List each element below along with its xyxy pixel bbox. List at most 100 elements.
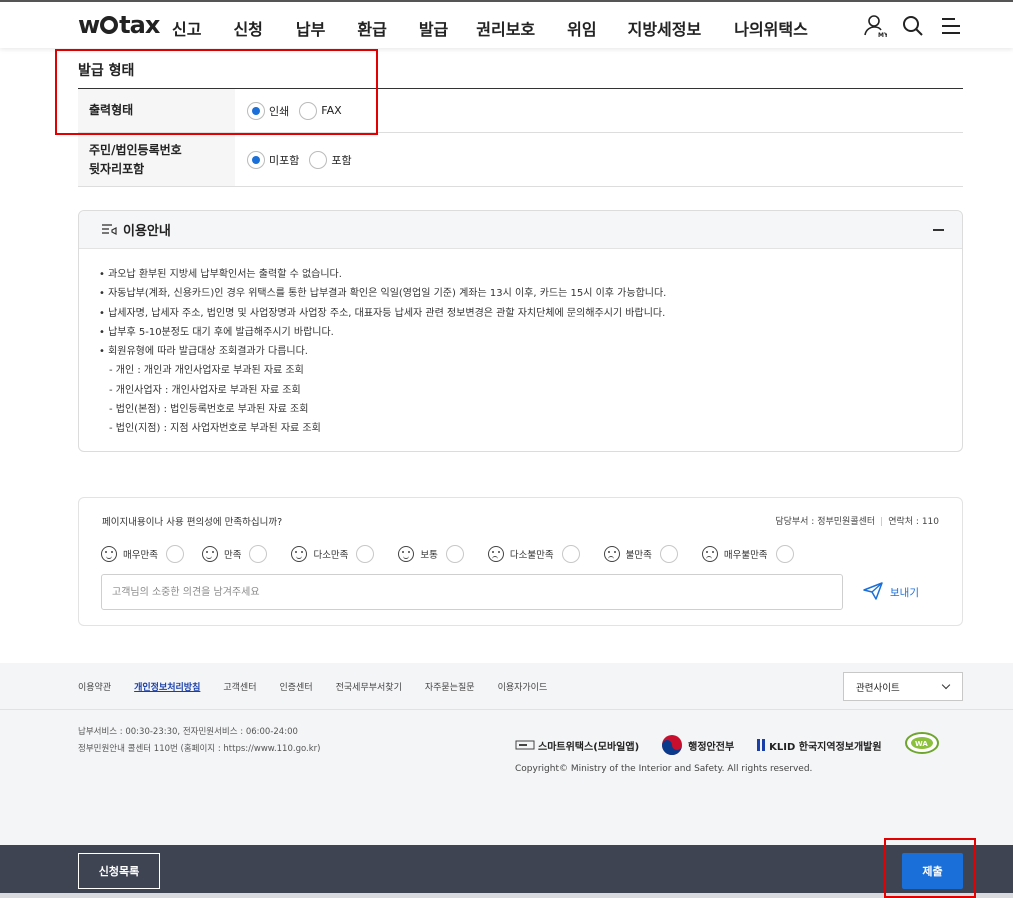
mois-logo[interactable]: 행정안전부 (661, 734, 734, 756)
nav-item-apply[interactable]: 신청 (233, 16, 262, 40)
rating-radio[interactable] (356, 545, 375, 563)
opinion-input[interactable] (101, 574, 843, 610)
rating-label: 매우만족 (123, 550, 158, 561)
rating-label: 만족 (223, 550, 242, 561)
footer-divider (0, 709, 1013, 710)
satisfaction-survey: 페이지내용이나 사용 편의성에 만족하십니까? 담당부서 : 정부민원콜센터 | 연… (78, 497, 963, 626)
neutral-face-icon (398, 546, 415, 562)
radio-include[interactable]: 포함 (309, 150, 352, 169)
rating-neutral[interactable]: 보통 (398, 545, 464, 563)
survey-question: 페이지내용이나 사용 편의성에 만족하십니까? (102, 517, 283, 528)
partner-name: 행정안전부 (688, 741, 735, 753)
resident-number-label-line2: 뒷자리포함 (89, 161, 145, 176)
footer-links: 이용약관 개인정보처리방침 고객센터 인증센터 전국세무부서찾기 자주묻는질문 … (78, 680, 570, 693)
survey-dept-info: 담당부서 : 정부민원콜센터 | 연락처 : 110 (775, 517, 939, 527)
nav-item-delegate[interactable]: 위임 (567, 16, 596, 40)
call-center-info: 정부민원안내 콜센터 110번 (홈페이지 : https://www.110.… (78, 744, 321, 754)
rating-radio[interactable] (775, 545, 794, 563)
copyright: Copyright© Ministry of the Interior and … (515, 764, 813, 774)
rating-radio[interactable] (561, 545, 580, 563)
site-footer: 이용약관 개인정보처리방침 고객센터 인증센터 전국세무부서찾기 자주묻는질문 … (0, 663, 1013, 845)
nav-item-rights[interactable]: 권리보호 (476, 16, 535, 40)
guide-sub-item: - 개인 : 개인과 개인사업자로 부과된 자료 조회 (109, 365, 304, 377)
guide-item: • 납부후 5-10분정도 대기 후에 발급해주시기 바랍니다. (99, 326, 334, 338)
highlight-box-submit (884, 838, 976, 898)
footer-link-privacy[interactable]: 개인정보처리방침 (134, 680, 200, 693)
header-icons: MY (863, 14, 963, 39)
service-hours: 납부서비스 : 00:30-23:30, 전자민원서비스 : 06:00-24:… (78, 727, 298, 737)
send-label: 보내기 (890, 587, 919, 599)
resident-number-options: 미포함 포함 (235, 133, 963, 186)
frown-face-icon (487, 546, 504, 562)
survey-contact: 연락처 : 110 (888, 517, 939, 527)
svg-text:MY: MY (878, 32, 887, 38)
rating-label: 다소불만족 (509, 550, 554, 561)
footer-link-faq[interactable]: 자주묻는질문 (425, 680, 475, 693)
svg-text:WA: WA (915, 740, 928, 748)
send-button[interactable]: 보내기 (863, 582, 919, 603)
klid-logo[interactable]: KLID 한국지역정보개발원 (756, 737, 882, 753)
rating-radio[interactable] (165, 545, 184, 563)
footer-link-user-guide[interactable]: 이용자가이드 (498, 680, 548, 693)
guide-sub-item: - 법인(본점) : 법인등록번호로 부과된 자료 조회 (109, 404, 309, 416)
rating-somewhat-dissatisfied[interactable]: 다소불만족 (487, 545, 580, 563)
footer-link-cert-center[interactable]: 인증센터 (280, 680, 313, 693)
nav-item-report[interactable]: 신고 (172, 16, 201, 40)
rating-radio[interactable] (445, 545, 464, 563)
paper-plane-icon (863, 582, 883, 603)
frown-face-icon (701, 546, 718, 562)
smile-face-icon (291, 546, 308, 562)
nav-item-payment[interactable]: 납부 (296, 16, 325, 40)
highlight-box-issue-type (55, 49, 378, 135)
collapse-icon[interactable] (933, 229, 944, 231)
main-nav: 신고 신청 납부 환급 발급 권리보호 위임 지방세정보 나의위택스 (172, 16, 808, 40)
rating-options: 매우만족 만족 다소만족 보통 다소불만족 불만족 매우불만족 (101, 545, 794, 563)
footer-link-terms[interactable]: 이용약관 (78, 680, 111, 693)
rating-dissatisfied[interactable]: 불만족 (603, 545, 678, 563)
wetax-logo[interactable]: w tax (78, 11, 160, 39)
related-sites-label: 관련사이트 (856, 682, 900, 694)
rating-radio[interactable] (249, 545, 268, 563)
survey-dept: 담당부서 : 정부민원콜센터 (775, 517, 876, 527)
application-list-button[interactable]: 신청목록 (78, 853, 160, 889)
guide-sub-item: - 법인(지점) : 지점 사업자번호로 부과된 자료 조회 (109, 423, 321, 435)
usage-guide-panel: 이용안내 • 과오납 환부된 지방세 납부확인서는 출력할 수 없습니다. • … (78, 210, 963, 452)
nav-item-local-tax-info[interactable]: 지방세정보 (628, 16, 702, 40)
usage-guide-title: 이용안내 (123, 224, 171, 239)
footer-link-customer-center[interactable]: 고객센터 (223, 680, 256, 693)
usage-guide-header[interactable]: 이용안내 (79, 211, 962, 249)
rating-satisfied[interactable]: 만족 (201, 545, 268, 563)
partner-name: KLID 한국지역정보개발원 (769, 741, 882, 753)
rating-very-satisfied[interactable]: 매우만족 (101, 545, 184, 563)
rating-label: 불만족 (625, 550, 652, 561)
rating-radio[interactable] (659, 545, 678, 563)
guide-sub-item: - 개인사업자 : 개인사업자로 부과된 자료 조회 (109, 384, 301, 396)
menu-icon[interactable] (939, 14, 963, 38)
nav-item-issue[interactable]: 발급 (419, 16, 448, 40)
bottom-action-bar: 신청목록 제출 (0, 845, 1013, 898)
smile-face-icon (201, 546, 218, 562)
resident-number-label: 주민/법인등록번호 뒷자리포함 (78, 133, 235, 186)
radio-exclude-label: 미포함 (269, 153, 300, 167)
rating-label: 보통 (420, 550, 438, 561)
rating-label: 매우불만족 (723, 550, 768, 561)
my-user-icon[interactable]: MY (863, 14, 889, 39)
chevron-down-icon (941, 680, 951, 690)
nav-item-refund[interactable]: 환급 (357, 16, 386, 40)
radio-include-label: 포함 (331, 153, 352, 167)
radio-include-circle[interactable] (309, 150, 328, 169)
rating-very-dissatisfied[interactable]: 매우불만족 (701, 545, 794, 563)
rating-somewhat-satisfied[interactable]: 다소만족 (291, 545, 375, 563)
radio-exclude-circle[interactable] (247, 150, 265, 169)
partner-name: 스마트위택스(모바일앱) (538, 741, 640, 753)
smile-face-icon (101, 546, 117, 562)
web-accessibility-mark-icon: WA (904, 731, 940, 759)
smart-wetax-logo[interactable]: 스마트위택스(모바일앱) (515, 738, 639, 753)
search-icon[interactable] (901, 14, 925, 38)
radio-exclude[interactable]: 미포함 (247, 150, 300, 169)
nav-item-my-wetax[interactable]: 나의위택스 (734, 16, 808, 40)
related-sites-select[interactable]: 관련사이트 (843, 672, 963, 701)
partner-logos: 스마트위택스(모바일앱) 행정안전부 KLID 한국지역정보개발원 WA (515, 731, 940, 759)
footer-link-tax-office-finder[interactable]: 전국세무부서찾기 (336, 680, 402, 693)
resident-number-row: 주민/법인등록번호 뒷자리포함 미포함 포함 (78, 133, 963, 187)
